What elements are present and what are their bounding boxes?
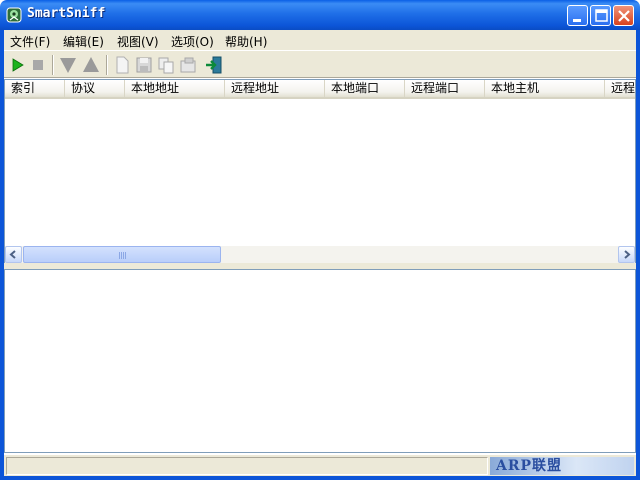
toolbar-separator [52, 55, 54, 75]
next-icon[interactable] [58, 55, 78, 75]
previous-icon[interactable] [81, 55, 101, 75]
toolbar [4, 50, 636, 78]
column-header-index[interactable]: 索引 [5, 80, 65, 97]
column-header-local-address[interactable]: 本地地址 [125, 80, 225, 97]
close-button[interactable] [613, 5, 634, 26]
copy-icon[interactable] [156, 55, 176, 75]
packet-list[interactable]: 索引 协议 本地地址 远程地址 本地端口 远程端口 本地主机 远程主机 [4, 79, 636, 263]
menu-help[interactable]: 帮助(H) [225, 33, 267, 50]
column-header-protocol[interactable]: 协议 [65, 80, 125, 97]
maximize-button[interactable] [590, 5, 611, 26]
close-icon [618, 10, 630, 22]
column-header-local-host[interactable]: 本地主机 [485, 80, 605, 97]
menu-file[interactable]: 文件(F) [10, 33, 50, 50]
scroll-left-button[interactable] [5, 246, 22, 263]
column-header-remote-address[interactable]: 远程地址 [225, 80, 325, 97]
minimize-button[interactable] [567, 5, 588, 26]
status-bar: ARP联盟 [4, 454, 636, 476]
menu-bar: 文件(F) 编辑(E) 视图(V) 选项(O) 帮助(H) [4, 30, 636, 50]
toolbar-separator [106, 55, 108, 75]
column-header-remote-host[interactable]: 远程主机 [605, 80, 635, 97]
window-title: SmartSniff [27, 6, 106, 21]
stop-capture-icon[interactable] [28, 55, 48, 75]
horizontal-scrollbar[interactable] [5, 246, 635, 263]
window-frame-right [636, 30, 640, 480]
save-icon[interactable] [134, 55, 154, 75]
menu-options[interactable]: 选项(O) [171, 33, 214, 50]
menu-view[interactable]: 视图(V) [117, 33, 159, 50]
minimize-icon [573, 19, 581, 22]
scrollbar-grip [119, 252, 127, 259]
chevron-right-icon [624, 250, 631, 259]
app-icon [6, 7, 22, 23]
exit-icon[interactable] [204, 55, 224, 75]
new-icon[interactable] [112, 55, 132, 75]
column-header-remote-port[interactable]: 远程端口 [405, 80, 485, 97]
maximize-icon [595, 9, 608, 22]
scrollbar-thumb[interactable] [23, 246, 221, 263]
start-capture-icon[interactable] [8, 55, 28, 75]
column-header-local-port[interactable]: 本地端口 [325, 80, 405, 97]
list-header: 索引 协议 本地地址 远程地址 本地端口 远程端口 本地主机 远程主机 [5, 80, 635, 99]
chevron-left-icon [9, 250, 16, 259]
stream-content-pane[interactable] [4, 269, 636, 453]
watermark-logo: ARP联盟 [490, 457, 634, 475]
status-panel [6, 457, 488, 475]
window-frame-bottom [0, 476, 640, 480]
menu-edit[interactable]: 编辑(E) [63, 33, 104, 50]
properties-icon[interactable] [178, 55, 198, 75]
scroll-right-button[interactable] [618, 246, 635, 263]
title-bar[interactable]: SmartSniff [0, 0, 640, 30]
